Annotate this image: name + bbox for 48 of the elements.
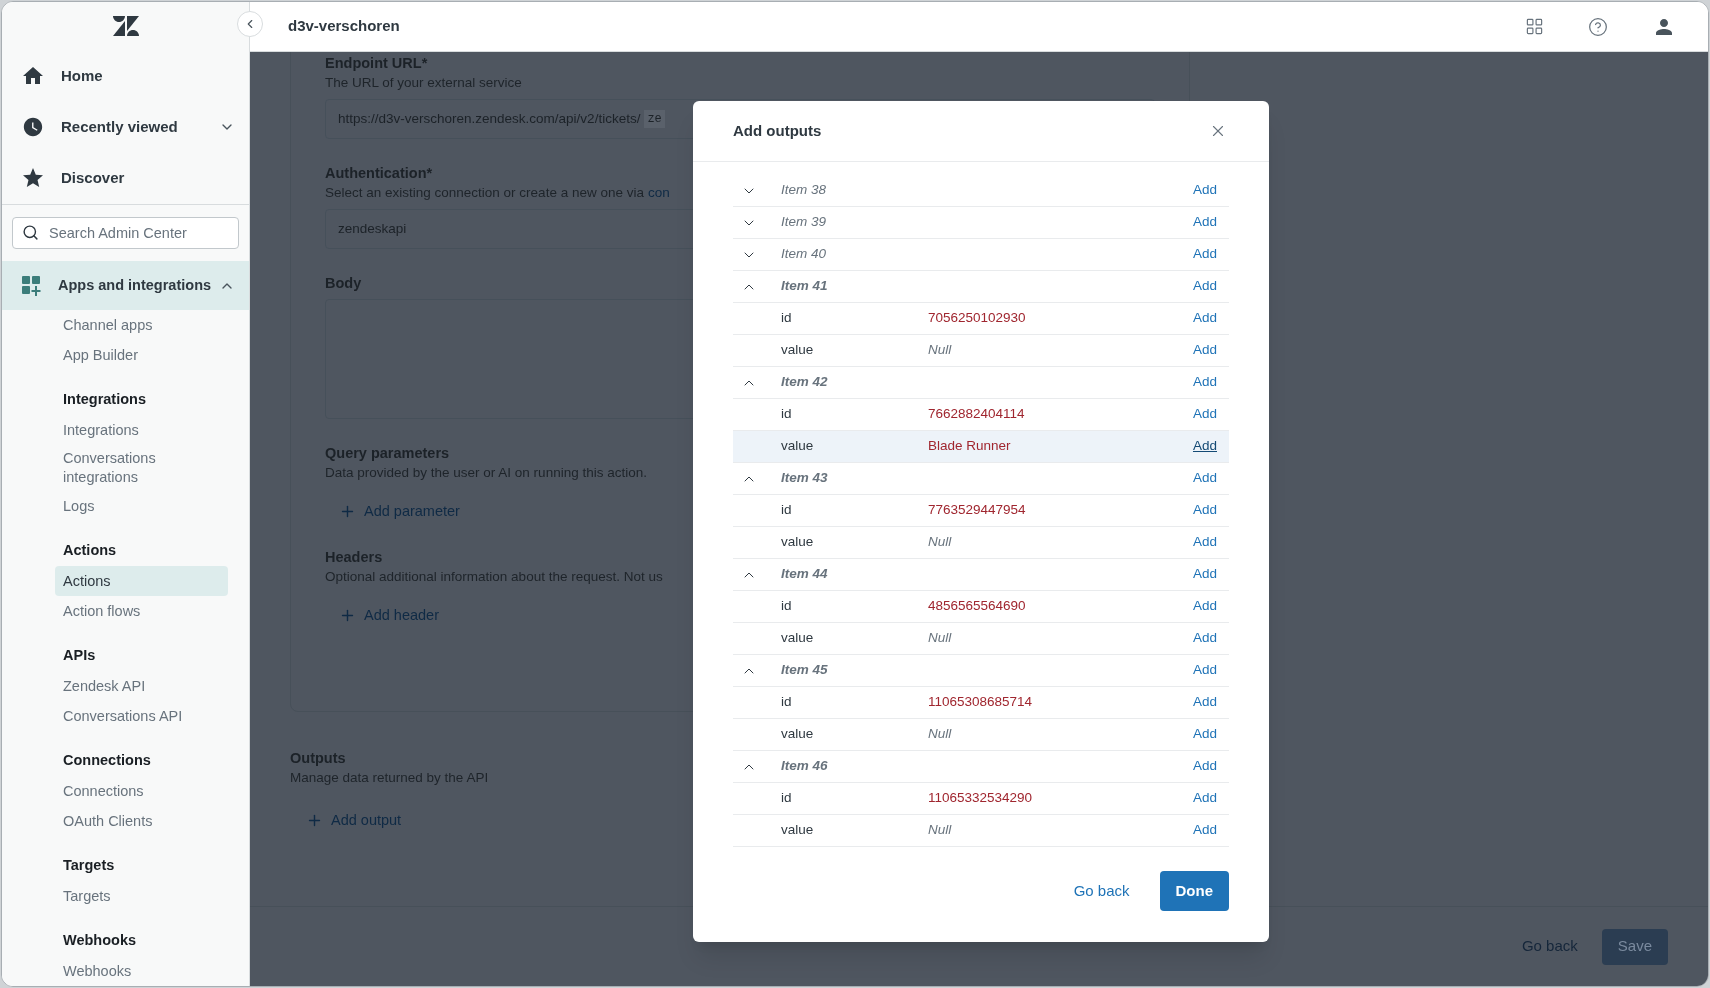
field-label: Body: [325, 274, 362, 293]
group-heading: Targets: [62, 856, 116, 876]
field-key: value: [733, 532, 928, 553]
item-label: Item 43: [781, 469, 829, 488]
item-label: Item 39: [781, 213, 828, 232]
item-label: Item 40: [781, 245, 828, 264]
field-key: value: [733, 340, 928, 361]
group-heading: Actions: [62, 541, 118, 561]
field-key: id: [733, 692, 928, 713]
field-value: Null: [928, 341, 953, 360]
section-title: Outputs: [290, 748, 346, 768]
field-label: Authentication*: [325, 164, 433, 183]
tag: ze: [644, 110, 665, 128]
group-heading: Connections: [62, 751, 152, 771]
field-value: Null: [928, 533, 953, 552]
field-value: 11065308685714: [928, 693, 1034, 712]
field-value: Null: [928, 821, 953, 840]
field-key: id: [733, 308, 928, 329]
field-key: id: [733, 500, 928, 521]
field-label: Headers: [325, 547, 383, 567]
field-value: 4856565564690: [928, 597, 1027, 616]
item-label: Item 42: [781, 373, 829, 392]
field-key: value: [733, 724, 928, 745]
item-label: Item 38: [781, 181, 828, 200]
group-heading: Integrations: [62, 390, 147, 410]
group-heading: Webhooks: [62, 931, 138, 951]
field-value: Null: [928, 725, 953, 744]
group-heading: APIs: [62, 646, 97, 666]
field-value: 11065332534290: [928, 789, 1034, 808]
account-name: d3v-verschoren: [288, 16, 401, 37]
field-value: 7056250102930: [928, 309, 1027, 328]
field-key: id: [733, 596, 928, 617]
field-label: Endpoint URL*: [325, 54, 428, 73]
field-key: value: [733, 628, 928, 649]
field-value: 7662882404114: [928, 405, 1026, 424]
field-value: Blade Runner: [928, 437, 1012, 456]
item-label: Item 44: [781, 565, 829, 584]
field-value: 7763529447954: [928, 501, 1027, 520]
dialog-title: Add outputs: [733, 120, 823, 141]
field-key: id: [733, 404, 928, 425]
field-value: Null: [928, 629, 953, 648]
item-label: Item 41: [781, 277, 829, 296]
field-key: value: [733, 436, 928, 457]
field-label: Query parameters: [325, 444, 450, 463]
item-label: Item 45: [781, 661, 829, 680]
field-key: value: [733, 820, 928, 841]
field-key: id: [733, 788, 928, 809]
item-label: Item 46: [781, 757, 829, 776]
